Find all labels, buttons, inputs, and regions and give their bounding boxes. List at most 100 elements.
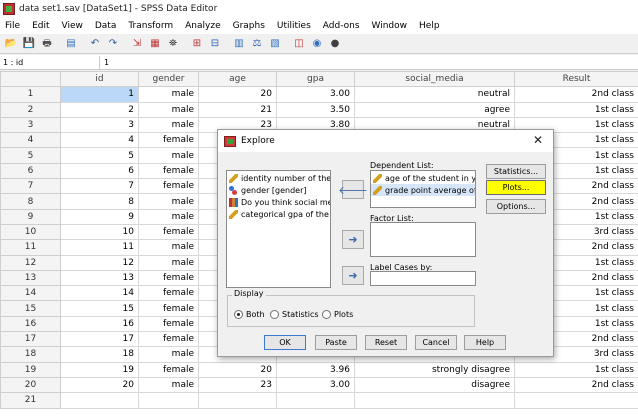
menu-add-ons[interactable]: Add-ons — [318, 21, 367, 31]
row-number-cell[interactable]: 16 — [0, 315, 61, 333]
cell-gender[interactable]: male — [138, 346, 199, 363]
cell-gender[interactable]: male — [138, 239, 199, 256]
cell-gpa[interactable] — [276, 392, 355, 409]
cell-id[interactable]: 9 — [60, 208, 139, 225]
open-icon[interactable]: 📂 — [3, 37, 19, 51]
row-number-cell[interactable]: 13 — [0, 269, 61, 287]
dependent-list[interactable]: age of the student in ye... grade point a… — [370, 170, 476, 208]
reset-button[interactable]: Reset — [365, 335, 407, 350]
source-variable-item[interactable]: gender [gender] — [227, 184, 330, 196]
cell-id[interactable]: 7 — [60, 178, 139, 195]
move-factor-arrow-button[interactable]: ➜ — [342, 230, 364, 249]
cell-gender[interactable]: male — [138, 101, 199, 118]
cell-social_media[interactable]: agree — [354, 101, 515, 118]
radio-statistics[interactable]: Statistics — [270, 310, 319, 319]
cell-gender[interactable]: male — [138, 147, 199, 164]
cell-id[interactable]: 16 — [60, 315, 139, 333]
cell-age[interactable]: 23 — [198, 376, 277, 394]
cell-id[interactable]: 17 — [60, 331, 139, 348]
menu-help[interactable]: Help — [414, 21, 447, 31]
cell-id[interactable]: 1 — [60, 86, 139, 103]
weight-cases-icon[interactable]: ⚖ — [249, 37, 265, 51]
row-number-cell[interactable]: 19 — [0, 361, 61, 378]
row-number-cell[interactable]: 5 — [0, 147, 61, 164]
cell-id[interactable]: 12 — [60, 254, 139, 271]
menu-data[interactable]: Data — [90, 21, 124, 31]
dependent-variable-item[interactable]: grade point average of t... — [371, 184, 475, 196]
cell-gender[interactable]: female — [138, 223, 199, 241]
menu-transform[interactable]: Transform — [123, 21, 180, 31]
help-button[interactable]: Help — [464, 335, 506, 350]
cell-gpa[interactable]: 3.00 — [276, 376, 355, 394]
source-variable-list[interactable]: identity number of the st... gender [gend… — [226, 170, 331, 288]
cell-age[interactable]: 21 — [198, 101, 277, 118]
row-number-cell[interactable]: 14 — [0, 285, 61, 302]
cell-id[interactable]: 8 — [60, 193, 139, 210]
cell-id[interactable]: 2 — [60, 101, 139, 118]
variables-icon[interactable]: ▦ — [147, 37, 163, 51]
row-number-cell[interactable]: 11 — [0, 239, 61, 256]
show-all-icon[interactable]: ● — [327, 37, 343, 51]
cell-id[interactable]: 18 — [60, 346, 139, 363]
corner-cell[interactable] — [0, 71, 61, 88]
cell-gender[interactable]: male — [138, 193, 199, 210]
move-label-arrow-button[interactable]: ➜ — [342, 266, 364, 285]
cell-age[interactable] — [198, 392, 277, 409]
column-header-age[interactable]: age — [198, 71, 277, 88]
cell-gender[interactable]: female — [138, 331, 199, 348]
dependent-variable-item[interactable]: age of the student in ye... — [371, 172, 475, 184]
cell-Result[interactable]: 1st class — [514, 101, 638, 118]
close-icon[interactable]: ✕ — [533, 134, 543, 146]
column-header-Result[interactable]: Result — [514, 71, 638, 88]
cell-id[interactable]: 19 — [60, 361, 139, 378]
statistics-button[interactable]: Statistics... — [486, 164, 546, 179]
row-number-cell[interactable]: 1 — [0, 86, 61, 103]
row-number-cell[interactable]: 18 — [0, 346, 61, 363]
cell-gender[interactable]: female — [138, 162, 199, 180]
save-icon[interactable]: 💾 — [21, 37, 37, 51]
cell-id[interactable]: 11 — [60, 239, 139, 256]
split-file-icon[interactable]: ▥ — [231, 37, 247, 51]
cell-gpa[interactable]: 3.96 — [276, 361, 355, 378]
cell-Result[interactable] — [514, 392, 638, 409]
cell-gender[interactable]: male — [138, 254, 199, 271]
value-labels-icon[interactable]: ◫ — [291, 37, 307, 51]
cell-gender[interactable]: female — [138, 269, 199, 287]
cell-id[interactable] — [60, 392, 139, 409]
cell-id[interactable]: 15 — [60, 300, 139, 317]
cell-Result[interactable]: 1st class — [514, 361, 638, 378]
insert-cases-icon[interactable]: ⊞ — [189, 37, 205, 51]
cell-id[interactable]: 20 — [60, 376, 139, 394]
column-header-id[interactable]: id — [60, 71, 139, 88]
column-header-social_media[interactable]: social_media — [354, 71, 515, 88]
row-number-cell[interactable]: 9 — [0, 208, 61, 225]
find-icon[interactable]: ⛯ — [165, 37, 181, 51]
cell-value-input[interactable]: 1 — [100, 58, 109, 67]
goto-case-icon[interactable]: ⇲ — [129, 37, 145, 51]
menu-file[interactable]: File — [0, 21, 27, 31]
plots-button[interactable]: Plots... — [486, 180, 546, 195]
column-header-gender[interactable]: gender — [138, 71, 199, 88]
row-number-cell[interactable]: 10 — [0, 223, 61, 241]
menu-utilities[interactable]: Utilities — [272, 21, 318, 31]
cell-age[interactable]: 20 — [198, 86, 277, 103]
source-variable-item[interactable]: categorical gpa of the r... — [227, 208, 330, 220]
cell-gender[interactable]: female — [138, 132, 199, 149]
cell-id[interactable]: 10 — [60, 223, 139, 241]
menu-window[interactable]: Window — [367, 21, 415, 31]
cell-id[interactable]: 3 — [60, 116, 139, 134]
cell-gpa[interactable]: 3.00 — [276, 86, 355, 103]
column-header-gpa[interactable]: gpa — [276, 71, 355, 88]
cell-Result[interactable]: 2nd class — [514, 86, 638, 103]
insert-variable-icon[interactable]: ⊟ — [207, 37, 223, 51]
cell-id[interactable]: 14 — [60, 285, 139, 302]
row-number-cell[interactable]: 6 — [0, 162, 61, 180]
row-number-cell[interactable]: 8 — [0, 193, 61, 210]
cell-gender[interactable]: female — [138, 285, 199, 302]
source-variable-item[interactable]: identity number of the st... — [227, 172, 330, 184]
cell-gender[interactable]: male — [138, 208, 199, 225]
cell-gender[interactable]: female — [138, 361, 199, 378]
cell-gender[interactable]: male — [138, 86, 199, 103]
dialog-recall-icon[interactable]: ▤ — [63, 37, 79, 51]
menu-view[interactable]: View — [57, 21, 90, 31]
